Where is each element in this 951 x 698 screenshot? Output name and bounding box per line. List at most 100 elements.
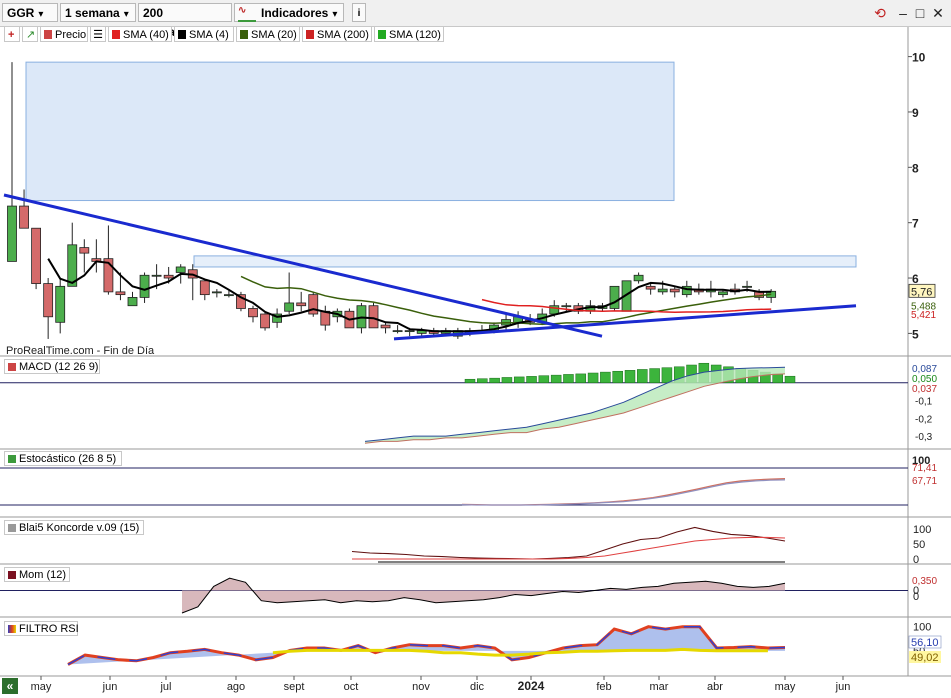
- candle: [657, 288, 668, 293]
- list-button[interactable]: ☰: [90, 26, 106, 42]
- timeframe-selector[interactable]: 1 semana ▾: [60, 3, 136, 22]
- arrow-icon: ↗: [26, 29, 36, 41]
- y-tick-label: 5: [912, 327, 919, 341]
- y-tick-label: 7: [912, 217, 919, 231]
- macd-histogram-bar: [649, 368, 660, 384]
- sma-icon: [178, 30, 186, 39]
- candle: [669, 288, 680, 293]
- x-tick-label: abr: [707, 681, 723, 693]
- candle: [199, 280, 210, 296]
- toolbar: GGR▾ 1 semana▾ 200 unidades▾ ∿Indicadore…: [0, 0, 951, 39]
- candle: [296, 302, 307, 307]
- last-value-label: 0,037: [912, 384, 937, 395]
- minimize-button[interactable]: –: [895, 5, 911, 21]
- close-button[interactable]: ✕: [930, 5, 946, 21]
- macd-histogram-bar: [624, 370, 636, 384]
- macd-histogram-bar: [772, 373, 783, 384]
- panel-title-mom[interactable]: Mom (12): [4, 567, 70, 582]
- legend-label: SMA (40): [123, 29, 169, 41]
- candle: [211, 291, 222, 294]
- y-tick-label: -0,3: [915, 432, 933, 443]
- y-tick-label: 9: [912, 106, 919, 120]
- macd-histogram-bar: [526, 376, 537, 384]
- y-tick-label: 100: [913, 524, 931, 536]
- info-icon[interactable]: i: [352, 3, 366, 22]
- x-tick-label: may: [31, 681, 52, 693]
- symbol-selector[interactable]: GGR ▾: [2, 3, 58, 22]
- plus-icon: +: [8, 29, 15, 41]
- candle: [248, 308, 258, 318]
- candle: [718, 291, 728, 296]
- koncorde-icon: [8, 524, 16, 532]
- legend-item-sma4[interactable]: SMA (4): [174, 26, 234, 42]
- x-tick-label: may: [775, 681, 796, 693]
- minimize-icon: –: [899, 5, 907, 21]
- candle: [139, 274, 150, 298]
- sma-value-label: 5,421: [911, 310, 936, 321]
- x-tick-label: nov: [412, 681, 430, 693]
- series-line: [461, 479, 786, 506]
- refresh-icon[interactable]: ⟲: [872, 5, 888, 21]
- double-chevron-left-icon: «: [6, 679, 14, 693]
- legend-item-sma200[interactable]: SMA (200): [302, 26, 372, 42]
- y-tick-label: 8: [912, 161, 919, 175]
- panel-title-rsi[interactable]: FILTRO RSI: [4, 621, 79, 636]
- legend-item-sma120[interactable]: SMA (120): [374, 26, 444, 42]
- macd-area: [365, 367, 785, 444]
- macd-histogram-bar: [661, 367, 673, 384]
- series-line: [364, 373, 786, 444]
- legend-label: SMA (20): [251, 29, 297, 41]
- x-tick-label: jun: [835, 681, 851, 693]
- rsi-icon: [8, 625, 16, 633]
- collapse-button[interactable]: «: [2, 678, 18, 694]
- units-selector[interactable]: 200 unidades▾: [138, 3, 232, 39]
- x-tick-label: sept: [284, 681, 305, 693]
- macd-histogram-bar: [550, 374, 562, 384]
- candle: [645, 285, 656, 290]
- x-tick-label: jun: [102, 681, 118, 693]
- candle: [633, 274, 644, 282]
- legend-item-sma20[interactable]: SMA (20): [236, 26, 300, 42]
- macd-icon: [8, 363, 16, 371]
- resistance-zone-box: [193, 255, 857, 268]
- mom-icon: [8, 571, 16, 579]
- stochastic-icon: [8, 455, 16, 463]
- panel-title-koncorde[interactable]: Blai5 Koncorde v.09 (15): [4, 520, 144, 535]
- candle: [284, 302, 295, 312]
- candle: [163, 274, 174, 279]
- y-tick-label: -0,2: [915, 414, 933, 425]
- y-tick-label: 10: [912, 51, 926, 65]
- indicators-button[interactable]: ∿ Indicadores ▾: [234, 3, 344, 22]
- expand-button[interactable]: ↗: [22, 26, 38, 42]
- macd-histogram-bar: [464, 378, 476, 384]
- x-tick-label: 2024: [518, 679, 545, 693]
- panel-title-label: FILTRO RSI: [19, 623, 79, 635]
- y-tick-label: 50: [913, 539, 925, 551]
- panel-title-stochastic[interactable]: Estocástico (26 8 5): [4, 451, 122, 466]
- legend-item-sma40[interactable]: SMA (40): [108, 26, 172, 42]
- list-icon: ☰: [93, 29, 103, 41]
- maximize-button[interactable]: □: [912, 5, 928, 21]
- panel-title-macd[interactable]: MACD (12 26 9): [4, 359, 100, 374]
- macd-histogram-bar: [538, 375, 550, 384]
- zoom-in-button[interactable]: +: [4, 26, 20, 42]
- panel-title-label: Blai5 Koncorde v.09 (15): [19, 522, 140, 534]
- sma-icon: [240, 30, 248, 39]
- x-tick-label: feb: [596, 681, 611, 693]
- close-icon: ✕: [932, 5, 944, 21]
- candle: [43, 283, 54, 318]
- resistance-zone-box: [25, 61, 675, 202]
- candle: [151, 274, 162, 277]
- last-price-label: 5,76: [911, 286, 932, 298]
- candle: [742, 285, 752, 288]
- candle: [31, 227, 42, 284]
- sma-icon: [378, 30, 386, 39]
- panel-title-label: MACD (12 26 9): [19, 361, 99, 373]
- candle: [55, 285, 66, 323]
- macd-histogram-bar: [784, 375, 796, 384]
- macd-histogram-bar: [600, 371, 611, 384]
- x-tick-label: oct: [344, 681, 359, 693]
- legend-label: SMA (4): [189, 29, 229, 41]
- chevron-down-icon: ▾: [38, 9, 44, 20]
- legend-item-price[interactable]: Precio: [40, 26, 88, 42]
